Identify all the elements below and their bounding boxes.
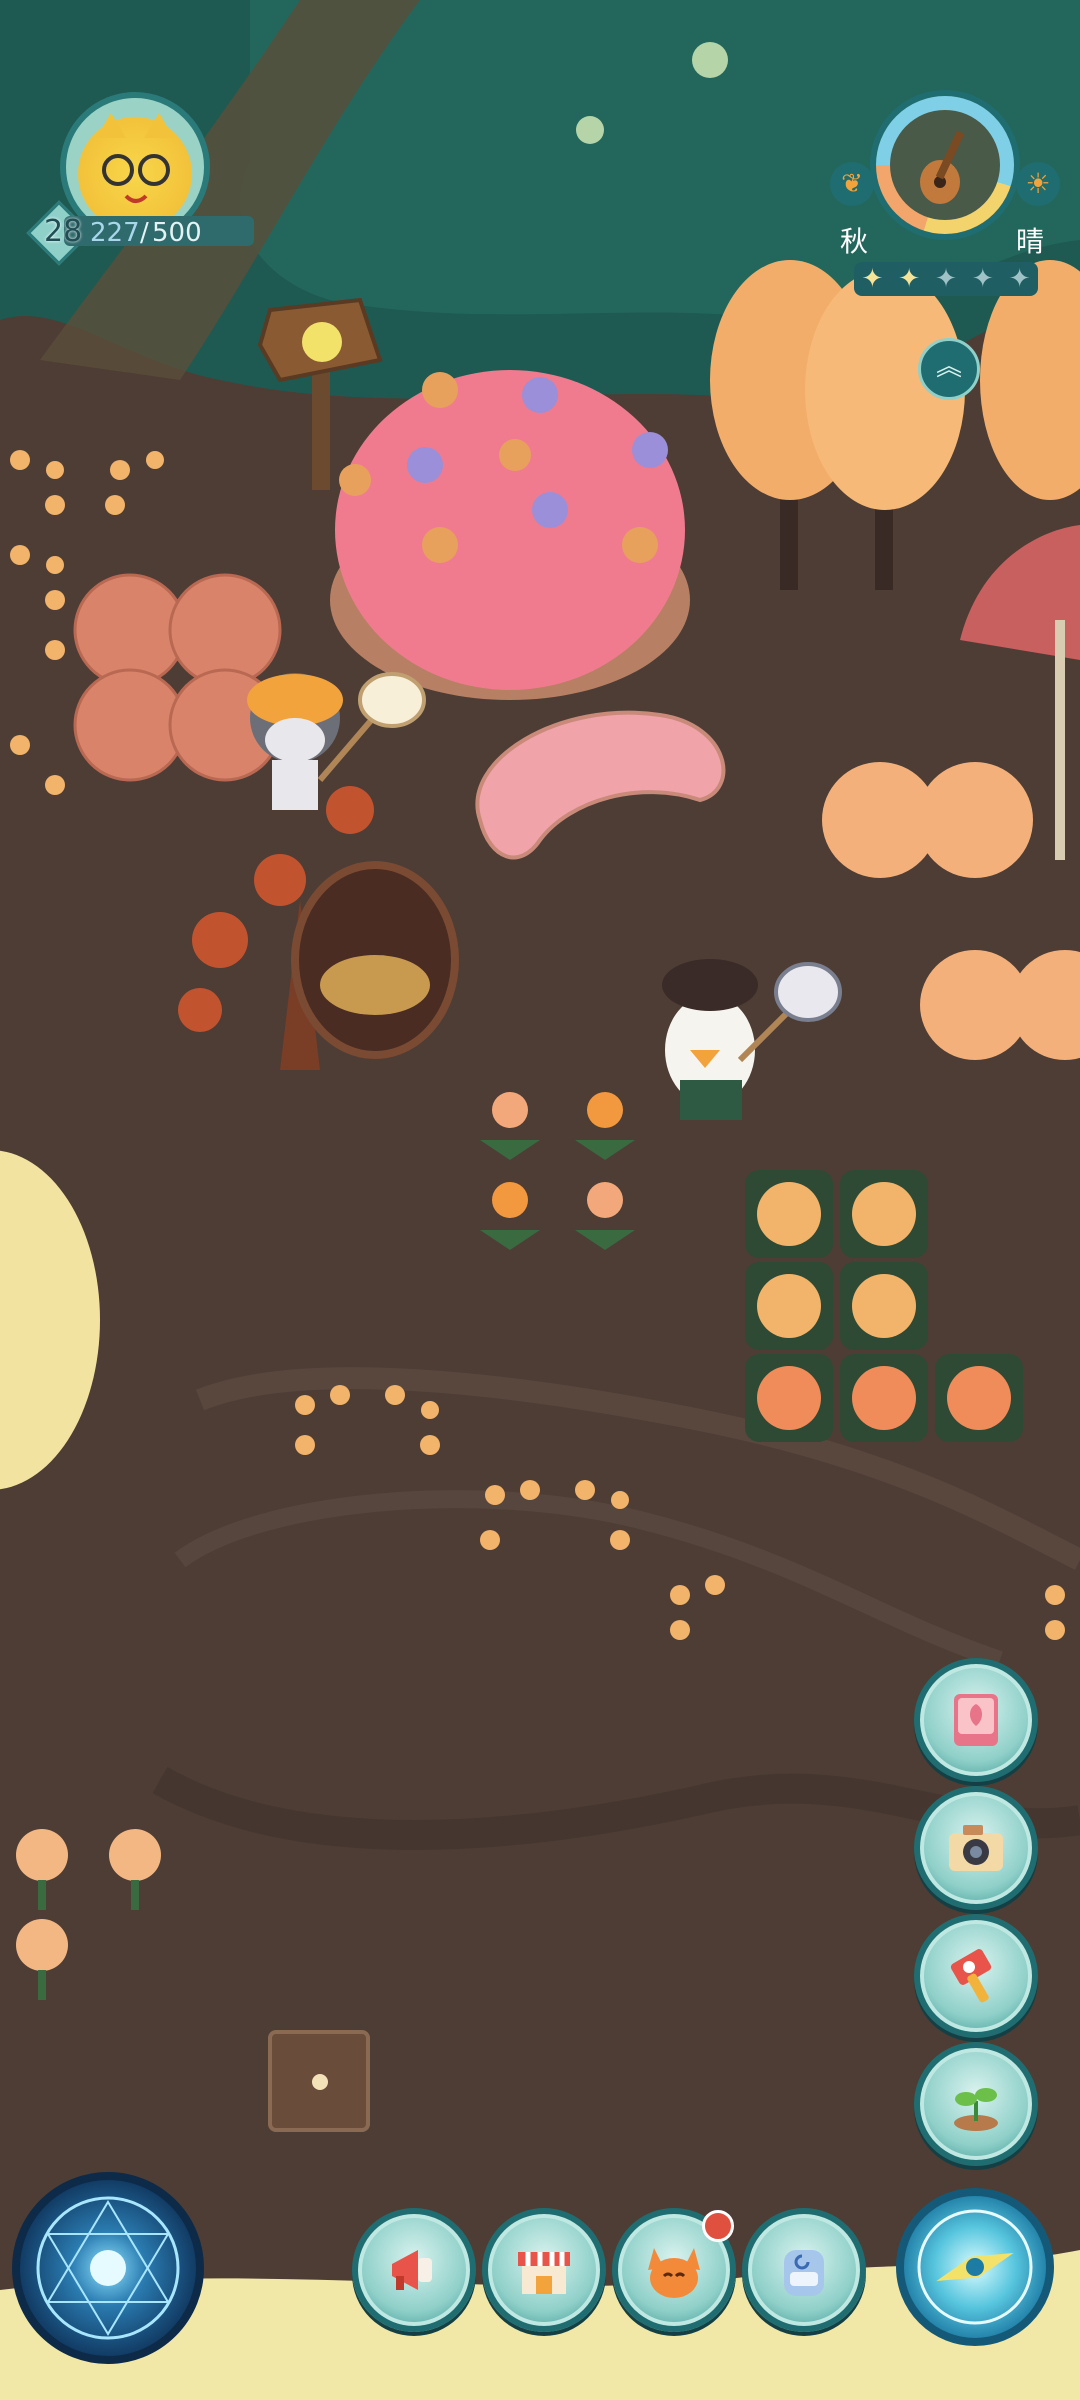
announcement-button[interactable] — [352, 2208, 476, 2332]
navigation-compass-button[interactable] — [896, 2188, 1054, 2346]
magic-circle-button[interactable] — [12, 2172, 204, 2364]
camera-icon — [949, 1825, 1003, 1871]
double-chevron-up-icon: ︽ — [935, 352, 962, 382]
season-label: 秋 — [840, 225, 869, 258]
xp-max: 500 — [152, 218, 202, 248]
player-level: 28 — [44, 214, 83, 249]
book-button[interactable] — [914, 1658, 1038, 1782]
book-icon — [954, 1694, 998, 1746]
season-leaf-icon: ❦ — [830, 162, 874, 206]
star-rating: ✦ ✦ ✦ ✦ ✦ — [854, 262, 1038, 296]
star-filled-icon: ✦ — [898, 264, 921, 294]
sprout-icon — [954, 2088, 998, 2131]
camera-button[interactable] — [914, 1786, 1038, 1910]
plant-button[interactable] — [914, 2042, 1038, 2166]
shop-button[interactable] — [482, 2208, 606, 2332]
megaphone-icon — [392, 2250, 432, 2290]
build-button[interactable] — [914, 1914, 1038, 2038]
backpack-button[interactable] — [742, 2208, 866, 2332]
shop-icon — [518, 2252, 570, 2294]
map-background — [0, 0, 1080, 2400]
star-empty-icon: ✦ — [935, 264, 957, 294]
season-dial[interactable] — [870, 90, 1020, 240]
backpack-icon — [784, 2250, 824, 2296]
expand-up-button[interactable]: ︽ — [918, 338, 980, 400]
friends-button[interactable] — [612, 2208, 736, 2332]
guitar-icon — [920, 130, 965, 204]
sun-icon: ☀ — [1016, 162, 1060, 206]
star-filled-icon: ✦ — [861, 264, 884, 294]
compass-rune-icon — [36, 2196, 180, 2340]
xp-current: 227 — [90, 218, 140, 248]
hammer-icon — [950, 1949, 992, 2003]
weather-label: 晴 — [1016, 225, 1045, 258]
compass-needle-icon — [917, 2209, 1033, 2325]
player-panel[interactable]: 28 227 / 500 — [26, 92, 254, 266]
star-empty-icon: ✦ — [1008, 264, 1031, 294]
star-empty-icon: ✦ — [971, 264, 994, 294]
fox-icon — [648, 2248, 700, 2298]
notification-dot — [702, 2210, 734, 2242]
game-scene[interactable]: 28 227 / 500 ❦ ☀ 秋 晴 ✦ ✦ ✦ ✦ ✦ ︽ — [0, 0, 1080, 2400]
xp-separator: / — [140, 218, 149, 248]
weather-widget[interactable]: ❦ ☀ 秋 晴 ✦ ✦ ✦ ✦ ✦ — [830, 90, 1060, 310]
